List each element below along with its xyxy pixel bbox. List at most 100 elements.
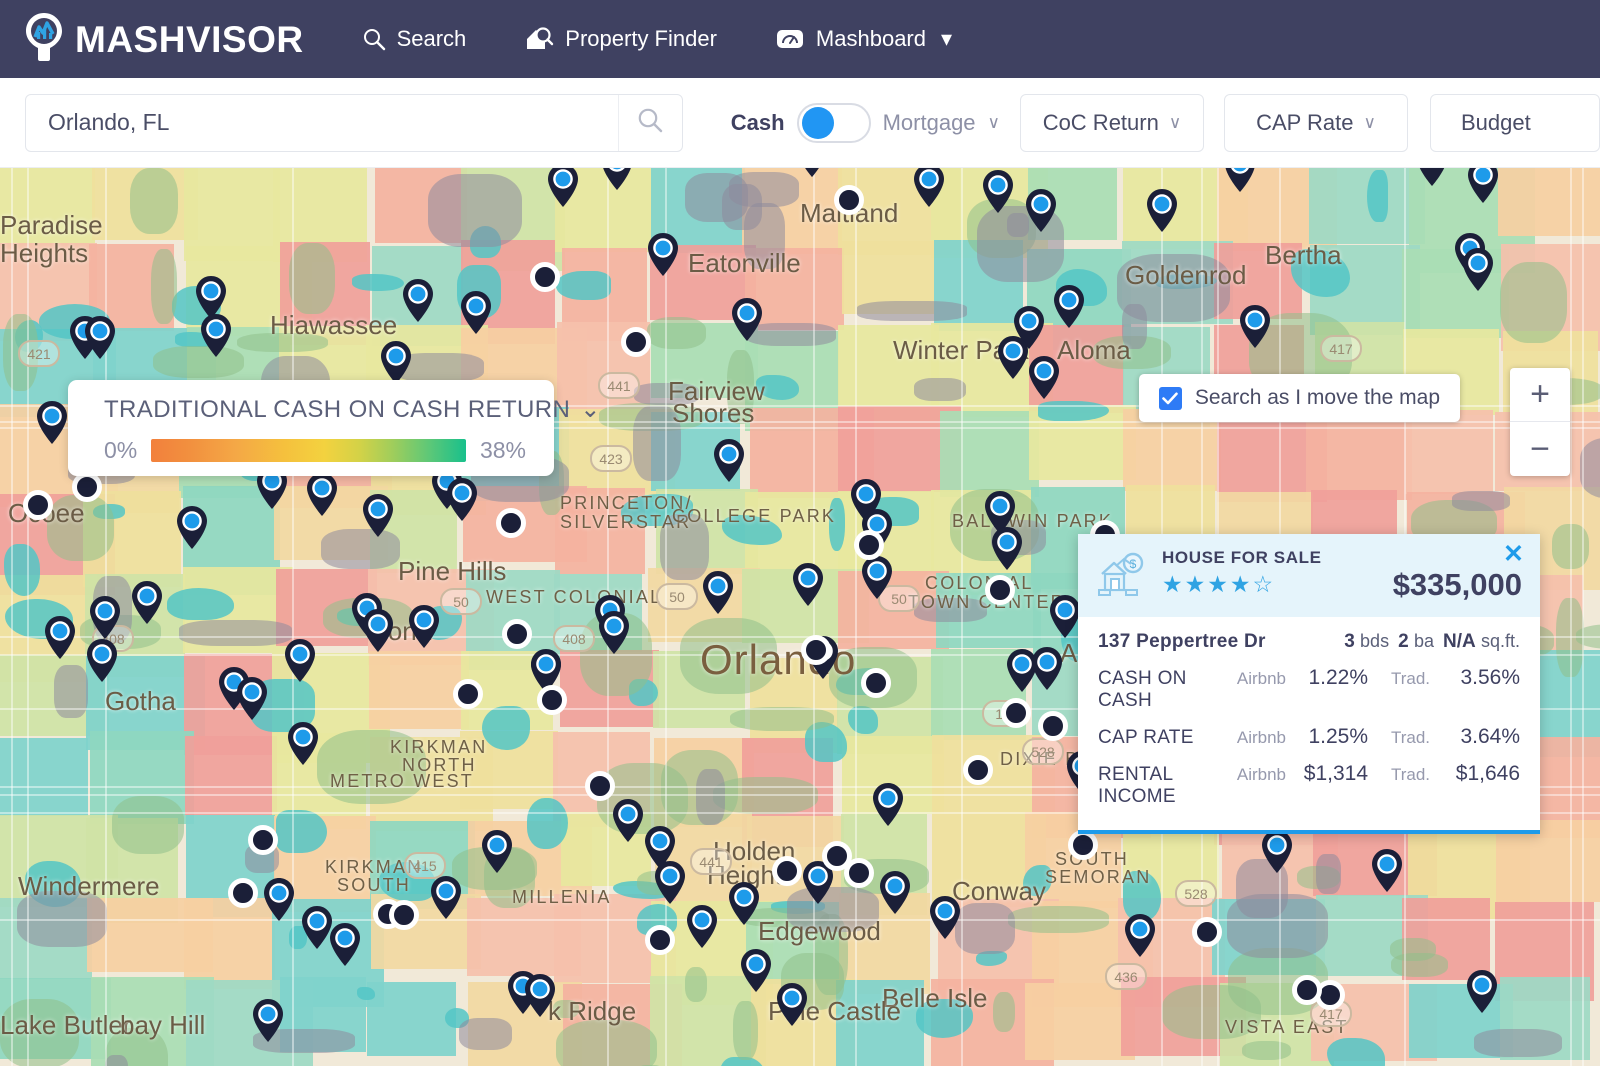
map-property-marker[interactable]: [361, 493, 395, 538]
close-icon[interactable]: ✕: [1503, 542, 1524, 567]
nav-item-property-finder[interactable]: Property Finder: [524, 26, 717, 52]
search-submit-button[interactable]: [618, 95, 682, 151]
map-property-marker[interactable]: [1260, 829, 1294, 874]
map-property-marker[interactable]: [88, 595, 122, 640]
map-property-marker[interactable]: [860, 555, 894, 600]
map-property-marker[interactable]: [646, 232, 680, 277]
map-place-dot-marker[interactable]: [585, 771, 615, 801]
map-property-marker[interactable]: [429, 875, 463, 920]
map-property-marker[interactable]: [328, 922, 362, 967]
zoom-out-button[interactable]: −: [1510, 422, 1570, 476]
map-place-dot-marker[interactable]: [963, 755, 993, 785]
map-property-marker[interactable]: [480, 829, 514, 874]
map-property-marker[interactable]: [283, 638, 317, 683]
map-property-marker[interactable]: [305, 472, 339, 517]
map-property-marker[interactable]: [1415, 168, 1449, 187]
search-input[interactable]: [26, 95, 618, 151]
map-property-marker[interactable]: [1223, 168, 1257, 193]
zoom-in-button[interactable]: +: [1510, 368, 1570, 422]
map-place-dot-marker[interactable]: [1038, 711, 1068, 741]
map-place-dot-marker[interactable]: [537, 685, 567, 715]
map-property-marker[interactable]: [685, 904, 719, 949]
map-property-marker[interactable]: [1024, 188, 1058, 233]
map-property-marker[interactable]: [1465, 969, 1499, 1014]
map-property-marker[interactable]: [878, 870, 912, 915]
search-as-i-move-option[interactable]: Search as I move the map: [1139, 374, 1460, 422]
map-place-dot-marker[interactable]: [772, 856, 802, 886]
map-property-marker[interactable]: [727, 881, 761, 926]
chevron-down-icon[interactable]: ⌄: [580, 395, 601, 424]
map-property-marker[interactable]: [379, 340, 413, 385]
map-place-dot-marker[interactable]: [23, 490, 53, 520]
map-place-dot-marker[interactable]: [834, 185, 864, 215]
map-place-dot-marker[interactable]: [248, 825, 278, 855]
map-property-marker[interactable]: [1238, 304, 1272, 349]
map-property-marker[interactable]: [262, 877, 296, 922]
map-place-dot-marker[interactable]: [1192, 917, 1222, 947]
map-property-marker[interactable]: [199, 313, 233, 358]
map-property-marker[interactable]: [730, 297, 764, 342]
map-property-marker[interactable]: [981, 169, 1015, 214]
map-property-marker[interactable]: [445, 477, 479, 522]
map-property-marker[interactable]: [1030, 646, 1064, 691]
map-place-dot-marker[interactable]: [496, 508, 526, 538]
map-property-marker[interactable]: [701, 570, 735, 615]
map-property-marker[interactable]: [712, 438, 746, 483]
map-property-marker[interactable]: [286, 721, 320, 766]
map-place-dot-marker[interactable]: [1001, 698, 1031, 728]
map-property-marker[interactable]: [43, 615, 77, 660]
map-place-dot-marker[interactable]: [861, 668, 891, 698]
map-place-dot-marker[interactable]: [854, 530, 884, 560]
map-property-marker[interactable]: [523, 973, 557, 1018]
map-property-marker[interactable]: [996, 335, 1030, 380]
map-place-dot-marker[interactable]: [228, 878, 258, 908]
filter-cap-rate[interactable]: CAP Rate ∨: [1224, 94, 1408, 152]
map-place-dot-marker[interactable]: [801, 635, 831, 665]
map-property-marker[interactable]: [912, 168, 946, 208]
map-property-marker[interactable]: [235, 676, 269, 721]
map-place-dot-marker[interactable]: [453, 679, 483, 709]
map-property-marker[interactable]: [1145, 188, 1179, 233]
map-property-marker[interactable]: [1466, 168, 1500, 204]
search-as-i-move-checkbox[interactable]: [1159, 387, 1182, 410]
map-place-dot-marker[interactable]: [389, 900, 419, 930]
map-property-marker[interactable]: [600, 168, 634, 191]
map-property-marker[interactable]: [83, 315, 117, 360]
map-property-marker[interactable]: [653, 860, 687, 905]
map-place-dot-marker[interactable]: [502, 619, 532, 649]
map-property-marker[interactable]: [775, 982, 809, 1027]
map-property-marker[interactable]: [1048, 594, 1082, 639]
nav-item-mashboard[interactable]: Mashboard ▾: [775, 26, 952, 52]
map-place-dot-marker[interactable]: [530, 262, 560, 292]
map-property-marker[interactable]: [85, 638, 119, 683]
map-property-marker[interactable]: [791, 562, 825, 607]
filter-budget[interactable]: Budget: [1430, 94, 1600, 152]
map-property-marker[interactable]: [175, 505, 209, 550]
map-property-marker[interactable]: [407, 604, 441, 649]
logo[interactable]: MASHVISOR: [22, 11, 304, 67]
map-property-marker[interactable]: [597, 610, 631, 655]
map-property-marker[interactable]: [739, 948, 773, 993]
map-place-dot-marker[interactable]: [1068, 830, 1098, 860]
map-property-marker[interactable]: [990, 526, 1024, 571]
map-property-marker[interactable]: [130, 580, 164, 625]
map-property-marker[interactable]: [1027, 355, 1061, 400]
filter-coc-return[interactable]: CoC Return ∨: [1020, 94, 1204, 152]
toggle-label-mortgage[interactable]: Mortgage: [883, 110, 976, 136]
map-property-marker[interactable]: [871, 782, 905, 827]
map-property-marker[interactable]: [928, 895, 962, 940]
chevron-down-icon[interactable]: ∨: [988, 113, 1000, 133]
map-place-dot-marker[interactable]: [645, 925, 675, 955]
map-area[interactable]: ParadiseHeightsMaitlandEatonvilleBerthaG…: [0, 168, 1600, 1066]
cash-mortgage-toggle[interactable]: [797, 103, 871, 143]
map-property-marker[interactable]: [1052, 284, 1086, 329]
map-property-marker[interactable]: [546, 168, 580, 208]
map-place-dot-marker[interactable]: [985, 575, 1015, 605]
map-property-marker[interactable]: [1370, 848, 1404, 893]
map-property-marker[interactable]: [1461, 247, 1495, 292]
nav-item-search[interactable]: Search: [362, 26, 467, 52]
map-property-marker[interactable]: [401, 278, 435, 323]
map-property-marker[interactable]: [611, 798, 645, 843]
map-place-dot-marker[interactable]: [72, 472, 102, 502]
location-search-box[interactable]: [25, 94, 683, 152]
